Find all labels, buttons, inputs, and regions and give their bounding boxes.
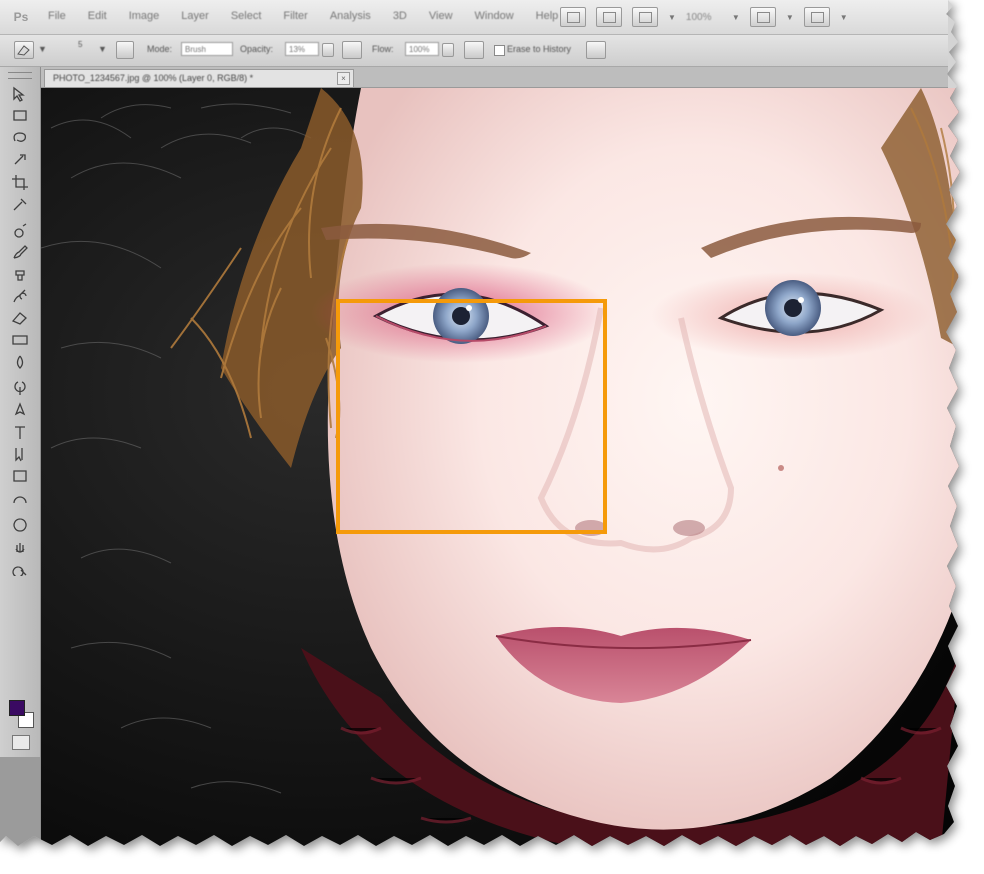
brush-icon[interactable] bbox=[10, 243, 30, 260]
chevron-down-icon[interactable]: ▼ bbox=[668, 13, 676, 22]
opacity-input[interactable]: 13% bbox=[285, 42, 319, 56]
blur-icon[interactable] bbox=[10, 353, 30, 370]
3d-rotate-icon[interactable] bbox=[10, 493, 30, 510]
window-shadow: Ps File Edit Image Layer Select Filter A… bbox=[0, 0, 984, 874]
menu-file[interactable]: File bbox=[48, 10, 66, 22]
menu-list: File Edit Image Layer Select Filter Anal… bbox=[48, 10, 558, 22]
brush-size[interactable]: 5 bbox=[78, 40, 82, 49]
launch-mini-bridge-icon[interactable] bbox=[596, 7, 622, 27]
crop-icon[interactable] bbox=[10, 173, 30, 190]
brush-panel-toggle[interactable] bbox=[116, 41, 134, 59]
mode-label: Mode: bbox=[147, 44, 173, 54]
marquee-icon[interactable] bbox=[10, 107, 30, 124]
foreground-color-swatch[interactable] bbox=[9, 700, 25, 716]
clone-stamp-icon[interactable] bbox=[10, 265, 30, 282]
gradient-icon[interactable] bbox=[10, 331, 30, 348]
flow-label: Flow: bbox=[372, 44, 394, 54]
document-tab[interactable]: PHOTO_1234567.jpg @ 100% (Layer 0, RGB/8… bbox=[44, 69, 354, 87]
menu-select[interactable]: Select bbox=[231, 10, 262, 22]
document-tab-bar: PHOTO_1234567.jpg @ 100% (Layer 0, RGB/8… bbox=[40, 67, 948, 88]
chevron-down-icon[interactable]: ▼ bbox=[840, 13, 848, 22]
menu-layer[interactable]: Layer bbox=[181, 10, 209, 22]
portrait-photo bbox=[41, 88, 960, 846]
chevron-down-icon[interactable]: ▼ bbox=[732, 13, 740, 22]
eraser-icon bbox=[17, 45, 30, 56]
launch-bridge-icon[interactable] bbox=[560, 7, 586, 27]
panel-grip[interactable] bbox=[8, 72, 32, 79]
airbrush-icon[interactable] bbox=[464, 41, 484, 59]
tool-preset-picker[interactable] bbox=[14, 41, 34, 59]
zoom-icon[interactable] bbox=[10, 559, 30, 576]
menu-analysis[interactable]: Analysis bbox=[330, 10, 371, 22]
menu-bar: Ps File Edit Image Layer Select Filter A… bbox=[0, 0, 948, 35]
menu-filter[interactable]: Filter bbox=[283, 10, 307, 22]
options-bar: ▼ 5 ▼ Mode: Brush Opacity: 13% Flow: 100… bbox=[0, 35, 948, 67]
menubar-controls: ▼ 100% ▼ ▼ ▼ bbox=[560, 7, 848, 27]
opacity-slider-toggle[interactable] bbox=[322, 43, 334, 57]
zoom-level[interactable]: 100% bbox=[686, 12, 722, 23]
eraser-icon[interactable] bbox=[10, 309, 30, 326]
erase-to-history-checkbox[interactable] bbox=[494, 45, 505, 56]
erase-to-history-label: Erase to History bbox=[507, 44, 572, 54]
chevron-down-icon[interactable]: ▼ bbox=[38, 44, 47, 54]
flow-input[interactable]: 100% bbox=[405, 42, 439, 56]
menu-view[interactable]: View bbox=[429, 10, 453, 22]
shape-icon[interactable] bbox=[10, 467, 30, 484]
spot-heal-icon[interactable] bbox=[10, 221, 30, 238]
opacity-label: Opacity: bbox=[240, 44, 274, 54]
type-icon[interactable] bbox=[10, 423, 30, 440]
menu-3d[interactable]: 3D bbox=[393, 10, 407, 22]
chevron-down-icon[interactable]: ▼ bbox=[98, 44, 107, 54]
quick-mask-icon[interactable] bbox=[12, 735, 30, 750]
mode-select[interactable]: Brush bbox=[181, 42, 233, 56]
menu-help[interactable]: Help bbox=[536, 10, 559, 22]
move-icon[interactable] bbox=[10, 85, 30, 102]
app-logo: Ps bbox=[13, 10, 29, 24]
photoshop-window: Ps File Edit Image Layer Select Filter A… bbox=[0, 0, 960, 846]
path-select-icon[interactable] bbox=[10, 445, 30, 462]
dodge-icon[interactable] bbox=[10, 379, 30, 396]
tablet-pressure-opacity-icon[interactable] bbox=[342, 41, 362, 59]
view-extras-icon[interactable] bbox=[632, 7, 658, 27]
menu-window[interactable]: Window bbox=[475, 10, 514, 22]
arrange-documents-icon[interactable] bbox=[749, 7, 776, 27]
flow-slider-toggle[interactable] bbox=[442, 43, 454, 57]
hand-icon[interactable] bbox=[10, 537, 30, 554]
tablet-pressure-size-icon[interactable] bbox=[586, 41, 606, 59]
chevron-down-icon[interactable]: ▼ bbox=[786, 13, 794, 22]
close-icon[interactable]: × bbox=[337, 72, 350, 85]
pen-icon[interactable] bbox=[10, 401, 30, 418]
tools-panel bbox=[0, 67, 41, 846]
3d-orbit-icon[interactable] bbox=[10, 515, 30, 532]
history-brush-icon[interactable] bbox=[10, 287, 30, 304]
quick-select-icon[interactable] bbox=[10, 151, 30, 168]
tools-panel-footer bbox=[0, 757, 40, 846]
menu-image[interactable]: Image bbox=[129, 10, 160, 22]
document-title: PHOTO_1234567.jpg @ 100% (Layer 0, RGB/8… bbox=[53, 73, 254, 83]
lasso-icon[interactable] bbox=[10, 129, 30, 146]
eyedropper-icon[interactable] bbox=[10, 195, 30, 212]
document-canvas[interactable] bbox=[41, 88, 960, 846]
screen-mode-icon[interactable] bbox=[803, 7, 830, 27]
menu-edit[interactable]: Edit bbox=[88, 10, 107, 22]
